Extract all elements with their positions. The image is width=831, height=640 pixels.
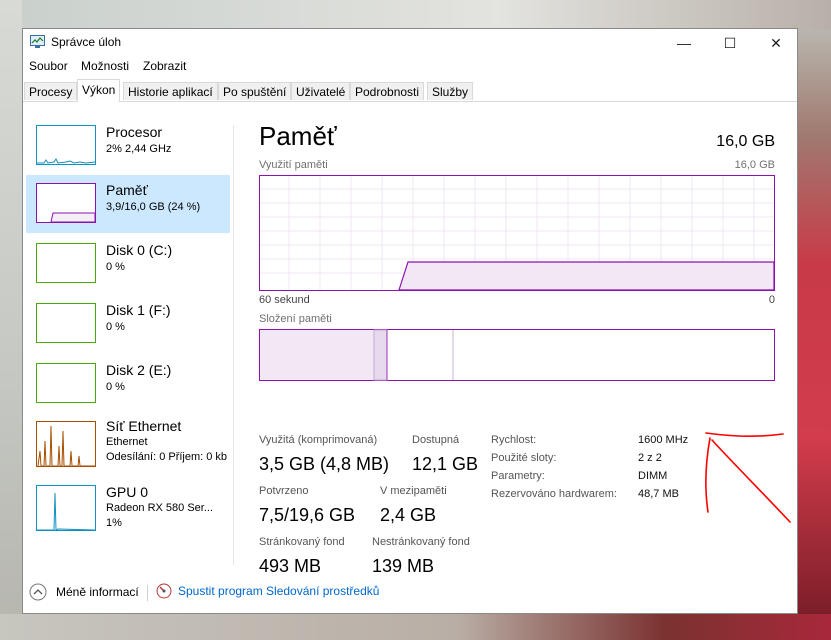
tab-users[interactable]: Uživatelé xyxy=(291,82,351,100)
sidebar-item-subtitle: 0 % xyxy=(106,321,125,333)
sidebar-item-ethernet[interactable]: Síť Ethernet Ethernet Odesílání: 0 Příje… xyxy=(26,415,230,473)
time-axis-label: 60 sekund xyxy=(259,294,310,306)
cpu-thumbnail-graph xyxy=(36,125,96,165)
network-thumbnail-graph xyxy=(36,421,96,467)
committed-label: Potvrzeno xyxy=(259,485,309,497)
close-icon: ✕ xyxy=(770,34,782,51)
usage-graph-max: 16,0 GB xyxy=(734,159,775,171)
footer-bar: Méně informací Spustit program Sledování… xyxy=(23,577,797,613)
sidebar-item-disk0[interactable]: Disk 0 (C:) 0 % xyxy=(26,235,230,293)
desktop-wallpaper-right xyxy=(798,30,831,614)
tab-processes[interactable]: Procesy xyxy=(24,82,78,100)
paged-pool-label: Stránkovaný fond xyxy=(259,536,345,548)
available-value: 12,1 GB xyxy=(412,454,479,474)
sidebar-item-gpu[interactable]: GPU 0 Radeon RX 580 Ser... 1% xyxy=(26,479,230,537)
memory-composition-bar xyxy=(259,329,775,381)
minimize-icon: — xyxy=(677,35,691,51)
chevron-up-icon xyxy=(29,583,47,601)
composition-label: Složení paměti xyxy=(259,313,332,325)
used-label: Využitá (komprimovaná) xyxy=(259,434,378,446)
menu-view[interactable]: Zobrazit xyxy=(143,59,186,73)
committed-value: 7,5/19,6 GB xyxy=(259,505,356,525)
sidebar-item-cpu[interactable]: Procesor 2% 2,44 GHz xyxy=(26,117,230,175)
sidebar-item-subtitle: 0 % xyxy=(106,261,125,273)
menu-file[interactable]: Soubor xyxy=(29,59,68,73)
task-manager-window: Správce úloh — ☐ ✕ Soubor Možnosti Zobra… xyxy=(22,28,798,614)
sidebar-item-subtitle: Ethernet xyxy=(106,436,148,448)
tab-startup[interactable]: Po spuštění xyxy=(218,82,292,100)
time-axis-min: 0 xyxy=(768,294,775,306)
disk-thumbnail-graph xyxy=(36,363,96,403)
paged-pool-value: 493 MB xyxy=(259,556,322,576)
slots-value: 2 z 2 xyxy=(638,452,662,464)
sidebar-item-disk1[interactable]: Disk 1 (F:) 0 % xyxy=(26,295,230,353)
sidebar-item-title: Disk 1 (F:) xyxy=(106,302,171,318)
usage-graph-label: Využití paměti xyxy=(259,159,328,171)
form-factor-label: Parametry: xyxy=(491,470,545,482)
memory-thumbnail-graph xyxy=(36,183,96,223)
available-label: Dostupná xyxy=(412,434,460,446)
footer-separator xyxy=(147,585,148,601)
open-resource-monitor-link[interactable]: Spustit program Sledování prostředků xyxy=(156,583,379,599)
window-title: Správce úloh xyxy=(51,35,122,49)
desktop-wallpaper-bottom xyxy=(0,614,831,640)
tab-services[interactable]: Služby xyxy=(427,82,474,100)
task-manager-icon xyxy=(30,35,45,48)
sidebar-item-title: Disk 2 (E:) xyxy=(106,362,172,378)
maximize-icon: ☐ xyxy=(723,34,737,51)
sidebar-item-subtitle: 3,9/16,0 GB (24 %) xyxy=(106,201,201,213)
cached-value: 2,4 GB xyxy=(380,505,437,525)
tab-details[interactable]: Podrobnosti xyxy=(350,82,425,100)
nonpaged-pool-label: Nestránkovaný fond xyxy=(372,536,470,548)
memory-usage-graph xyxy=(259,175,775,291)
speed-label: Rychlost: xyxy=(491,434,537,446)
sidebar-item-subtitle: 0 % xyxy=(106,381,125,393)
sidebar-item-title: Disk 0 (C:) xyxy=(106,242,173,258)
tab-bar: Procesy Výkon Historie aplikací Po spušt… xyxy=(23,79,797,102)
speed-value: 1600 MHz xyxy=(638,434,689,446)
form-factor-value: DIMM xyxy=(638,470,668,482)
sidebar-item-title: Síť Ethernet xyxy=(106,418,182,434)
sidebar-item-title: Paměť xyxy=(106,182,148,198)
sidebar-item-subtitle: Radeon RX 580 Ser... xyxy=(106,502,214,514)
hardware-reserved-value: 48,7 MB xyxy=(638,488,679,500)
tab-app-history[interactable]: Historie aplikací xyxy=(123,82,218,100)
sidebar-item-traffic: Odesílání: 0 Příjem: 0 kb xyxy=(106,451,228,463)
fewer-details-button[interactable]: Méně informací xyxy=(29,583,139,601)
nonpaged-pool-value: 139 MB xyxy=(372,556,435,576)
close-button[interactable]: ✕ xyxy=(753,29,799,57)
desktop-wallpaper-top xyxy=(0,0,831,30)
used-value: 3,5 GB (4,8 MB) xyxy=(259,454,390,474)
fewer-details-label: Méně informací xyxy=(56,585,139,599)
sidebar-item-disk2[interactable]: Disk 2 (E:) 0 % xyxy=(26,355,230,413)
total-memory: 16,0 GB xyxy=(716,133,775,150)
hardware-reserved-label: Rezervováno hardwarem: xyxy=(491,488,617,500)
sidebar-item-title: GPU 0 xyxy=(106,484,149,500)
menu-options[interactable]: Možnosti xyxy=(81,59,129,73)
gpu-thumbnail-graph xyxy=(36,485,96,531)
slots-label: Použité sloty: xyxy=(491,452,557,464)
resource-monitor-icon xyxy=(156,583,172,599)
modified-segment xyxy=(373,329,388,381)
sidebar-item-subtitle: 2% 2,44 GHz xyxy=(106,143,172,155)
menu-bar: Soubor Možnosti Zobrazit xyxy=(23,57,797,77)
in-use-segment xyxy=(260,330,374,380)
disk-thumbnail-graph xyxy=(36,243,96,283)
pane-divider[interactable] xyxy=(233,125,234,565)
disk-thumbnail-graph xyxy=(36,303,96,343)
minimize-button[interactable]: — xyxy=(661,29,707,57)
cached-label: V mezipaměti xyxy=(380,485,447,497)
resource-monitor-label: Spustit program Sledování prostředků xyxy=(178,584,380,598)
title-bar[interactable]: Správce úloh — ☐ ✕ xyxy=(23,29,797,57)
sidebar-item-title: Procesor xyxy=(106,124,163,140)
sidebar-item-memory[interactable]: Paměť 3,9/16,0 GB (24 %) xyxy=(26,175,230,233)
desktop-wallpaper-left xyxy=(0,0,22,640)
page-title: Paměť xyxy=(259,121,337,151)
maximize-button[interactable]: ☐ xyxy=(707,29,753,57)
tab-performance[interactable]: Výkon xyxy=(77,79,121,102)
sidebar-item-utilization: 1% xyxy=(106,517,122,529)
